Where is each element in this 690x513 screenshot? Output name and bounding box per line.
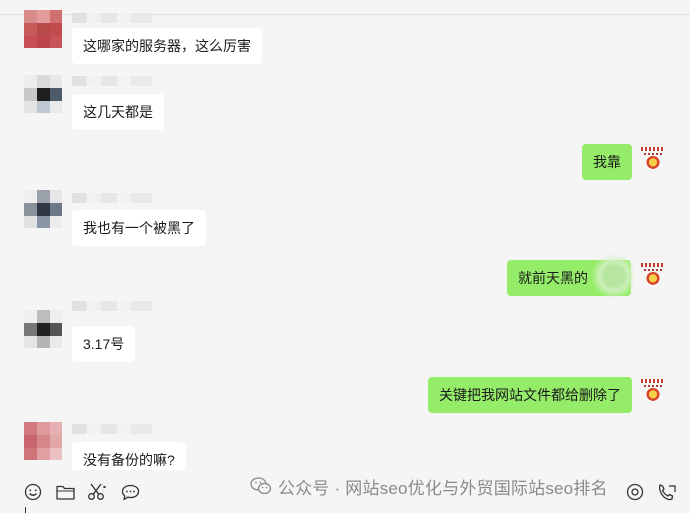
message-bubble[interactable]: 关键把我网站文件都给删除了	[428, 377, 632, 413]
message-bubble[interactable]: 这哪家的服务器，这么厉害	[72, 28, 262, 64]
watermark: 公众号 · 网站seo优化与外贸国际站seo排名	[250, 474, 608, 498]
sender-name-blurred	[72, 301, 152, 311]
voice-call-icon[interactable]	[624, 481, 646, 503]
avatar-text-mark	[641, 147, 665, 151]
message-bubble[interactable]: 我靠	[582, 144, 632, 180]
chat-history-icon[interactable]	[119, 481, 141, 503]
folder-icon[interactable]	[54, 481, 76, 503]
my-avatar[interactable]	[641, 263, 665, 289]
text-input-caret[interactable]	[25, 507, 26, 513]
blurred-emoji	[590, 254, 634, 298]
avatar-text-mark	[641, 379, 665, 383]
contact-avatar[interactable]	[24, 75, 62, 113]
sender-name-blurred	[72, 76, 152, 86]
avatar-text-mark	[644, 269, 662, 271]
my-avatar[interactable]	[641, 147, 665, 173]
message-bubble[interactable]: 这几天都是	[72, 94, 164, 130]
avatar-logo	[646, 156, 660, 170]
chat-message-area[interactable]: 这哪家的服务器，这么厉害 这几天都是 我靠 我也有一个被黑了 就前天黑的 3.1…	[0, 0, 690, 478]
sender-name-blurred	[72, 424, 152, 434]
scissors-icon[interactable]	[86, 481, 108, 503]
message-bubble[interactable]: 3.17号	[72, 326, 136, 362]
contact-avatar[interactable]	[24, 10, 62, 48]
sender-name-blurred	[72, 13, 152, 23]
avatar-logo	[646, 388, 660, 402]
avatar-text-mark	[641, 263, 665, 267]
emoji-icon[interactable]	[22, 481, 44, 503]
contact-avatar[interactable]	[24, 422, 62, 460]
avatar-text-mark	[644, 153, 662, 155]
watermark-text: 公众号 · 网站seo优化与外贸国际站seo排名	[278, 478, 608, 498]
avatar-logo	[646, 272, 660, 286]
video-call-icon[interactable]	[656, 481, 678, 503]
avatar-text-mark	[644, 385, 662, 387]
sender-name-blurred	[72, 193, 152, 203]
contact-avatar[interactable]	[24, 190, 62, 228]
my-avatar[interactable]	[641, 379, 665, 405]
contact-avatar[interactable]	[24, 310, 62, 348]
message-bubble[interactable]: 我也有一个被黑了	[72, 210, 206, 246]
wechat-icon	[250, 477, 272, 495]
